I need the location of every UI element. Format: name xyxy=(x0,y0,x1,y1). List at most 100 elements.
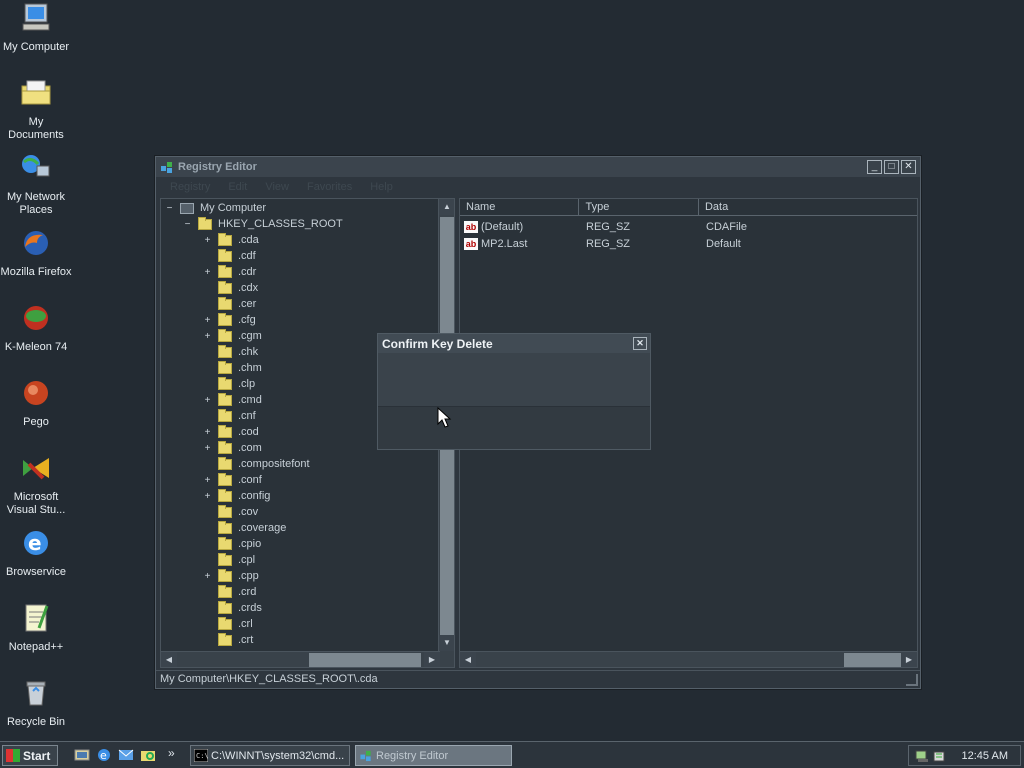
confirm-key-delete-dialog: Confirm Key Delete ✕ xyxy=(377,333,651,450)
tree-item[interactable]: + .cmd xyxy=(203,392,262,408)
network-tray-icon[interactable] xyxy=(914,748,930,764)
desktop-icon[interactable]: Microsoft Visual Stu... xyxy=(0,452,72,517)
collapse-icon[interactable]: − xyxy=(183,219,192,229)
tree-item[interactable]: .cdf xyxy=(203,248,256,264)
menu-help[interactable]: Help xyxy=(362,181,403,193)
tree-item[interactable]: + .cfg xyxy=(203,312,256,328)
scroll-left-arrow-icon[interactable]: ◀ xyxy=(161,652,177,667)
desktop-icon[interactable]: My Computer xyxy=(0,2,72,54)
tree-item[interactable]: + .cod xyxy=(203,424,259,440)
show-desktop-icon[interactable] xyxy=(74,747,90,763)
tree-item-my-computer[interactable]: − My Computer xyxy=(165,200,266,216)
task-label: C:\WINNT\system32\cmd... xyxy=(211,749,345,762)
tree-item[interactable]: + .cdr xyxy=(203,264,256,280)
tree-item[interactable]: .crd xyxy=(203,584,256,600)
internet-explorer-icon[interactable]: e xyxy=(96,747,112,763)
tree-item[interactable]: .cnf xyxy=(203,408,256,424)
tree-item[interactable]: .crt xyxy=(203,632,253,648)
start-button[interactable]: Start xyxy=(2,745,58,766)
k-meleon-icon xyxy=(24,306,48,330)
scroll-thumb[interactable] xyxy=(844,653,902,667)
tree-item-label: .com xyxy=(238,442,262,454)
task-registry-editor[interactable]: Registry Editor xyxy=(355,745,512,766)
list-row[interactable]: ab (Default) REG_SZ CDAFile xyxy=(460,219,917,235)
expand-icon[interactable]: + xyxy=(203,331,212,341)
registry-editor-icon xyxy=(161,162,172,173)
tree-item[interactable]: .cpio xyxy=(203,536,261,552)
scroll-right-arrow-icon[interactable]: ▶ xyxy=(901,652,917,667)
tree-item[interactable]: .clp xyxy=(203,376,255,392)
menu-view[interactable]: View xyxy=(257,181,299,193)
desktop-icon[interactable]: My Documents xyxy=(0,77,72,142)
tree-horizontal-scrollbar[interactable]: ◀ ▶ xyxy=(161,651,440,667)
tree-item-label: .coverage xyxy=(238,522,287,534)
desktop-icon[interactable]: Recycle Bin xyxy=(0,677,72,729)
menu-favorites[interactable]: Favorites xyxy=(299,181,362,193)
value-type: REG_SZ xyxy=(586,238,631,250)
resize-grip-icon[interactable] xyxy=(906,674,918,686)
column-header-name[interactable]: Name xyxy=(460,199,580,216)
expand-icon[interactable]: + xyxy=(203,475,212,485)
expand-icon[interactable]: + xyxy=(203,235,212,245)
task-cmd[interactable]: C:\ C:\WINNT\system32\cmd... xyxy=(190,745,350,766)
tree-item[interactable]: .chk xyxy=(203,344,258,360)
explorer-icon[interactable] xyxy=(140,747,156,763)
tree-item[interactable]: .chm xyxy=(203,360,262,376)
expand-icon[interactable]: + xyxy=(203,395,212,405)
computer-icon xyxy=(180,202,194,214)
expand-icon[interactable]: + xyxy=(203,315,212,325)
desktop-icon[interactable]: Pego xyxy=(0,377,72,429)
quick-launch-overflow-icon[interactable]: » xyxy=(168,746,175,760)
tree-item[interactable]: .cdx xyxy=(203,280,258,296)
task-label: Registry Editor xyxy=(376,749,449,762)
tree-item[interactable]: .cov xyxy=(203,504,258,520)
tree-item-hkey-classes-root[interactable]: − HKEY_CLASSES_ROOT xyxy=(183,216,343,232)
desktop-icon[interactable]: My Network Places xyxy=(0,152,72,217)
menu-registry[interactable]: Registry xyxy=(162,181,220,193)
close-button[interactable]: ✕ xyxy=(901,160,916,174)
tree-item-label: .crds xyxy=(238,602,262,614)
expand-icon[interactable]: + xyxy=(203,427,212,437)
desktop-icon[interactable]: K-Meleon 74 xyxy=(0,302,72,354)
scroll-up-arrow-icon[interactable]: ▲ xyxy=(439,199,454,215)
tree-item[interactable]: + .com xyxy=(203,440,262,456)
folder-icon xyxy=(218,520,232,534)
desktop-icon[interactable]: Mozilla Firefox xyxy=(0,227,72,279)
dialog-close-button[interactable]: ✕ xyxy=(633,337,647,350)
expand-icon[interactable]: + xyxy=(203,443,212,453)
menu-edit[interactable]: Edit xyxy=(220,181,257,193)
tree-item[interactable]: + .cpp xyxy=(203,568,259,584)
column-header-type[interactable]: Type xyxy=(579,199,699,216)
minimize-button[interactable]: _ xyxy=(867,160,882,174)
column-header-data[interactable]: Data xyxy=(699,199,917,216)
expand-icon[interactable]: + xyxy=(203,571,212,581)
tree-item[interactable]: .crds xyxy=(203,600,262,616)
desktop-icon[interactable]: Notepad++ xyxy=(0,602,72,654)
scroll-thumb[interactable] xyxy=(309,653,421,667)
collapse-icon[interactable]: − xyxy=(165,203,174,213)
tree-item[interactable]: + .cgm xyxy=(203,328,262,344)
list-horizontal-scrollbar[interactable]: ◀ ▶ xyxy=(460,651,917,667)
desktop-icon[interactable]: e Browservice xyxy=(0,527,72,579)
tree-item[interactable]: .crl xyxy=(203,616,253,632)
scroll-right-arrow-icon[interactable]: ▶ xyxy=(424,652,440,667)
tree-item[interactable]: .coverage xyxy=(203,520,286,536)
tree-item[interactable]: .cer xyxy=(203,296,256,312)
expand-icon[interactable]: + xyxy=(203,267,212,277)
maximize-button[interactable]: □ xyxy=(884,160,899,174)
scroll-left-arrow-icon[interactable]: ◀ xyxy=(460,652,476,667)
tree-item[interactable]: .cpl xyxy=(203,552,255,568)
tree-item[interactable]: + .conf xyxy=(203,472,262,488)
tree-item[interactable]: + .config xyxy=(203,488,270,504)
outlook-express-icon[interactable] xyxy=(118,747,134,763)
clock: 12:45 AM xyxy=(961,749,1008,762)
dialog-title-bar[interactable]: Confirm Key Delete ✕ xyxy=(378,334,650,353)
expand-icon[interactable]: + xyxy=(203,491,212,501)
tree-item[interactable]: .compositefont xyxy=(203,456,310,472)
list-row[interactable]: ab MP2.Last REG_SZ Default xyxy=(460,236,917,252)
title-bar[interactable]: Registry Editor _ □ ✕ xyxy=(156,157,920,177)
value-name: (Default) xyxy=(481,221,524,233)
volume-tray-icon[interactable] xyxy=(932,748,948,764)
tree-item[interactable]: + .cda xyxy=(203,232,259,248)
scroll-down-arrow-icon[interactable]: ▼ xyxy=(439,635,454,651)
